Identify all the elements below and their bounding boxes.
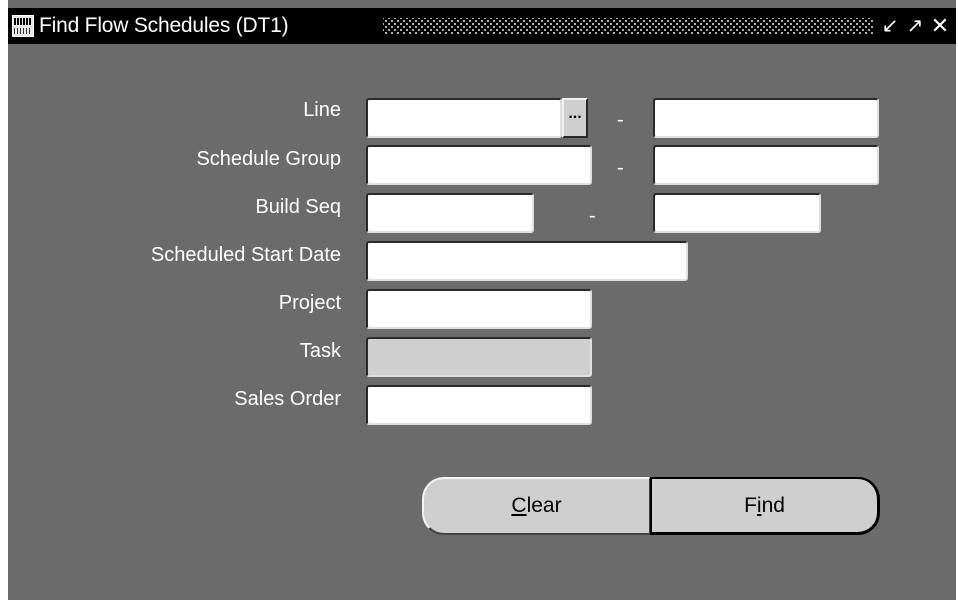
sales-order-label: Sales Order bbox=[234, 388, 341, 410]
project-input[interactable] bbox=[366, 289, 592, 329]
title-bar[interactable]: Find Flow Schedules (DT1) ↙ ↗ ✕ bbox=[8, 8, 956, 44]
schedule-group-to-input[interactable] bbox=[653, 145, 879, 185]
scheduled-start-date-input[interactable] bbox=[366, 241, 688, 281]
task-input bbox=[366, 337, 592, 377]
find-label-start: F bbox=[744, 494, 757, 517]
clear-label-rest: lear bbox=[526, 494, 562, 517]
maximize-icon[interactable]: ↗ bbox=[905, 16, 925, 36]
scheduled-start-date-label: Scheduled Start Date bbox=[150, 244, 341, 266]
schedule-group-range-separator: - bbox=[617, 157, 624, 179]
line-to-input[interactable] bbox=[653, 98, 879, 138]
task-label: Task bbox=[299, 340, 341, 362]
build-seq-from-input[interactable] bbox=[366, 193, 534, 233]
line-from-input[interactable] bbox=[366, 98, 562, 138]
title-bar-drag-pattern bbox=[383, 18, 873, 34]
clear-mnemonic: C bbox=[511, 494, 527, 517]
build-seq-to-input[interactable] bbox=[653, 193, 821, 233]
sales-order-input[interactable] bbox=[366, 385, 592, 425]
line-lov-button[interactable]: ... bbox=[562, 98, 588, 138]
schedule-group-from-input[interactable] bbox=[366, 145, 592, 185]
project-label: Project bbox=[278, 292, 341, 314]
line-label: Line bbox=[303, 99, 341, 121]
find-button[interactable]: Find bbox=[650, 477, 880, 535]
schedule-group-label: Schedule Group bbox=[196, 148, 341, 170]
build-seq-range-separator: - bbox=[589, 205, 596, 227]
minimize-icon[interactable]: ↙ bbox=[880, 16, 900, 36]
clear-button[interactable]: Clear bbox=[422, 477, 650, 535]
window-title: Find Flow Schedules (DT1) bbox=[39, 14, 289, 37]
find-label-rest: nd bbox=[761, 494, 785, 517]
find-flow-schedules-window: Find Flow Schedules (DT1) ↙ ↗ ✕ Line ...… bbox=[8, 0, 956, 600]
oracle-app-icon bbox=[12, 15, 34, 37]
build-seq-label: Build Seq bbox=[255, 196, 341, 218]
line-range-separator: - bbox=[617, 109, 624, 131]
close-icon[interactable]: ✕ bbox=[930, 15, 950, 37]
